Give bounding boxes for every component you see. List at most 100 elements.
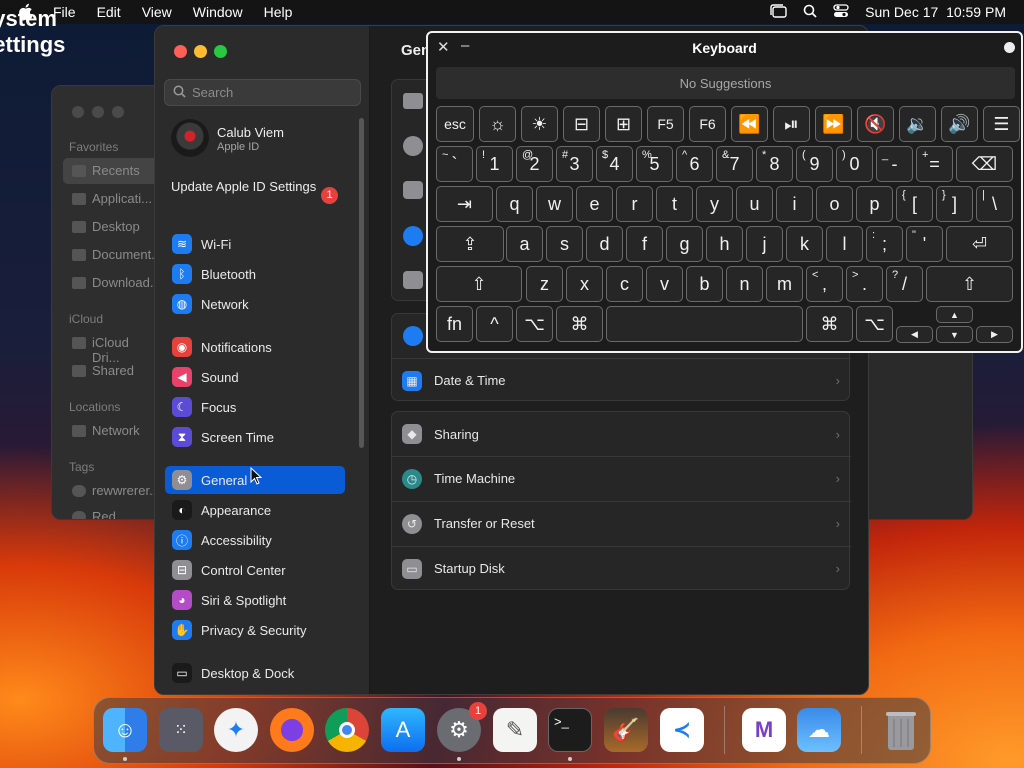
control-center-icon[interactable] — [833, 3, 849, 21]
key-space[interactable] — [606, 306, 803, 342]
spotlight-search-icon[interactable] — [803, 4, 817, 21]
sidebar-item-screen-time[interactable]: ⧗ Screen Time — [165, 423, 345, 451]
key-f5[interactable]: F5 — [647, 106, 684, 142]
close-button[interactable] — [174, 45, 187, 58]
app-store-icon[interactable]: A — [381, 708, 425, 752]
key-slash[interactable]: ? / — [886, 266, 923, 302]
key-arrow-down[interactable]: ▼ — [936, 326, 973, 343]
key-period[interactable]: >. — [846, 266, 883, 302]
key-grave[interactable]: ~ ` — [436, 146, 473, 182]
language-region-icon[interactable] — [403, 326, 423, 346]
key-brightness-up[interactable]: ☀ — [521, 106, 558, 142]
sidebar-item-focus[interactable]: ☾ Focus — [165, 393, 345, 421]
key-g[interactable]: g — [666, 226, 703, 262]
sidebar-item-appearance[interactable]: ◐ Appearance — [165, 496, 345, 524]
key-brightness-down[interactable]: ☼ — [479, 106, 516, 142]
key-volume-up[interactable]: 🔊 — [941, 106, 978, 142]
key-q[interactable]: q — [496, 186, 533, 222]
sidebar-item-notifications[interactable]: ◉ Notifications — [165, 333, 345, 361]
key-mute[interactable]: 🔇 — [857, 106, 894, 142]
row-time-machine[interactable]: ◷ Time Machine › — [392, 456, 851, 500]
key-minus[interactable]: _ - — [876, 146, 913, 182]
key-right-option[interactable]: ⌥ — [856, 306, 893, 342]
firefox-icon[interactable] — [270, 708, 314, 752]
key-volume-down[interactable]: 🔉 — [899, 106, 936, 142]
close-dot[interactable] — [72, 106, 84, 118]
key-right-command[interactable]: ⌘ — [806, 306, 853, 342]
menu-view[interactable]: View — [142, 4, 172, 20]
finder-item-downloads[interactable]: Download... — [92, 275, 161, 290]
key-5[interactable]: % 5 — [636, 146, 673, 182]
key-3[interactable]: #3 — [556, 146, 593, 182]
software-update-icon[interactable] — [403, 136, 423, 156]
login-items-icon[interactable] — [403, 271, 423, 289]
search-input[interactable]: Search — [164, 79, 361, 106]
key-9[interactable]: (9 — [796, 146, 833, 182]
key-8[interactable]: * 8 — [756, 146, 793, 182]
finder-item-recents[interactable]: Recents — [92, 163, 140, 178]
key-u[interactable]: u — [736, 186, 773, 222]
finder-item-desktop[interactable]: Desktop — [92, 219, 140, 234]
sidebar-item-bluetooth[interactable]: ᛒ Bluetooth — [165, 260, 345, 288]
row-sharing[interactable]: ◆ Sharing › — [392, 412, 851, 456]
key-l[interactable]: l — [826, 226, 863, 262]
key-quote[interactable]: " ' — [906, 226, 943, 262]
safari-icon[interactable]: ✦ — [214, 708, 258, 752]
weather-icon[interactable]: ☁ — [797, 708, 841, 752]
key-fn[interactable]: fn — [436, 306, 473, 342]
key-return[interactable]: ⏎ — [946, 226, 1013, 262]
key-right-shift[interactable]: ⇧ — [926, 266, 1013, 302]
key-list[interactable]: ☰ — [983, 106, 1020, 142]
key-d[interactable]: d — [586, 226, 623, 262]
chrome-icon[interactable] — [325, 708, 369, 752]
key-h[interactable]: h — [706, 226, 743, 262]
key-a[interactable]: a — [506, 226, 543, 262]
key-control[interactable]: ^ — [476, 306, 513, 342]
finder-item-icloud-drive[interactable]: iCloud Dri... — [92, 335, 158, 365]
key-right-bracket[interactable]: }] — [936, 186, 973, 222]
sidebar-item-wi-fi[interactable]: ≋ Wi-Fi — [165, 230, 345, 258]
clock[interactable]: Sun Dec 17 10:59 PM — [865, 4, 1006, 20]
minimize-button[interactable] — [194, 45, 207, 58]
key-v[interactable]: v — [646, 266, 683, 302]
zoom-button[interactable] — [214, 45, 227, 58]
visual-studio-icon[interactable]: M — [742, 708, 786, 752]
key-m[interactable]: m — [766, 266, 803, 302]
key-s[interactable]: s — [546, 226, 583, 262]
key-launchpad-key[interactable]: ⊞ — [605, 106, 642, 142]
key-arrow-right[interactable]: ▶ — [976, 326, 1013, 343]
launchpad-icon[interactable]: ⁙ — [159, 708, 203, 752]
storage-icon[interactable] — [403, 181, 423, 199]
about-icon[interactable] — [403, 93, 423, 109]
key-tab[interactable]: ⇥ — [436, 186, 493, 222]
key-0[interactable]: ) 0 — [836, 146, 873, 182]
key-o[interactable]: o — [816, 186, 853, 222]
finder-item-network[interactable]: Network — [92, 423, 140, 438]
key-b[interactable]: b — [686, 266, 723, 302]
sidebar-item-sound[interactable]: ◀ Sound — [165, 363, 345, 391]
update-apple-id-settings[interactable]: Update Apple ID Settings — [171, 179, 321, 195]
textedit-icon[interactable]: ✎ — [493, 708, 537, 752]
garageband-icon[interactable]: 🎸 — [604, 708, 648, 752]
key-option[interactable]: ⌥ — [516, 306, 553, 342]
key-k[interactable]: k — [786, 226, 823, 262]
key-caps-lock[interactable]: ⇪ — [436, 226, 504, 262]
key-f[interactable]: f — [626, 226, 663, 262]
key-backslash[interactable]: | \ — [976, 186, 1013, 222]
key-left-bracket[interactable]: {[ — [896, 186, 933, 222]
key-arrow-up[interactable]: ▲ — [936, 306, 973, 323]
finder-item-documents[interactable]: Document... — [92, 247, 162, 262]
minimize-dot[interactable] — [92, 106, 104, 118]
key-f6[interactable]: F6 — [689, 106, 726, 142]
key-6[interactable]: ^ 6 — [676, 146, 713, 182]
key-1[interactable]: ! 1 — [476, 146, 513, 182]
key-delete[interactable]: ⌫ — [956, 146, 1013, 182]
key-j[interactable]: j — [746, 226, 783, 262]
key-x[interactable]: x — [566, 266, 603, 302]
menu-help[interactable]: Help — [264, 4, 293, 20]
key-p[interactable]: p — [856, 186, 893, 222]
key-mission-control[interactable]: ⊟ — [563, 106, 600, 142]
key-c[interactable]: c — [606, 266, 643, 302]
stage-manager-icon[interactable] — [769, 3, 787, 21]
sidebar-item-desktop-dock[interactable]: ▭ Desktop & Dock — [165, 659, 345, 687]
